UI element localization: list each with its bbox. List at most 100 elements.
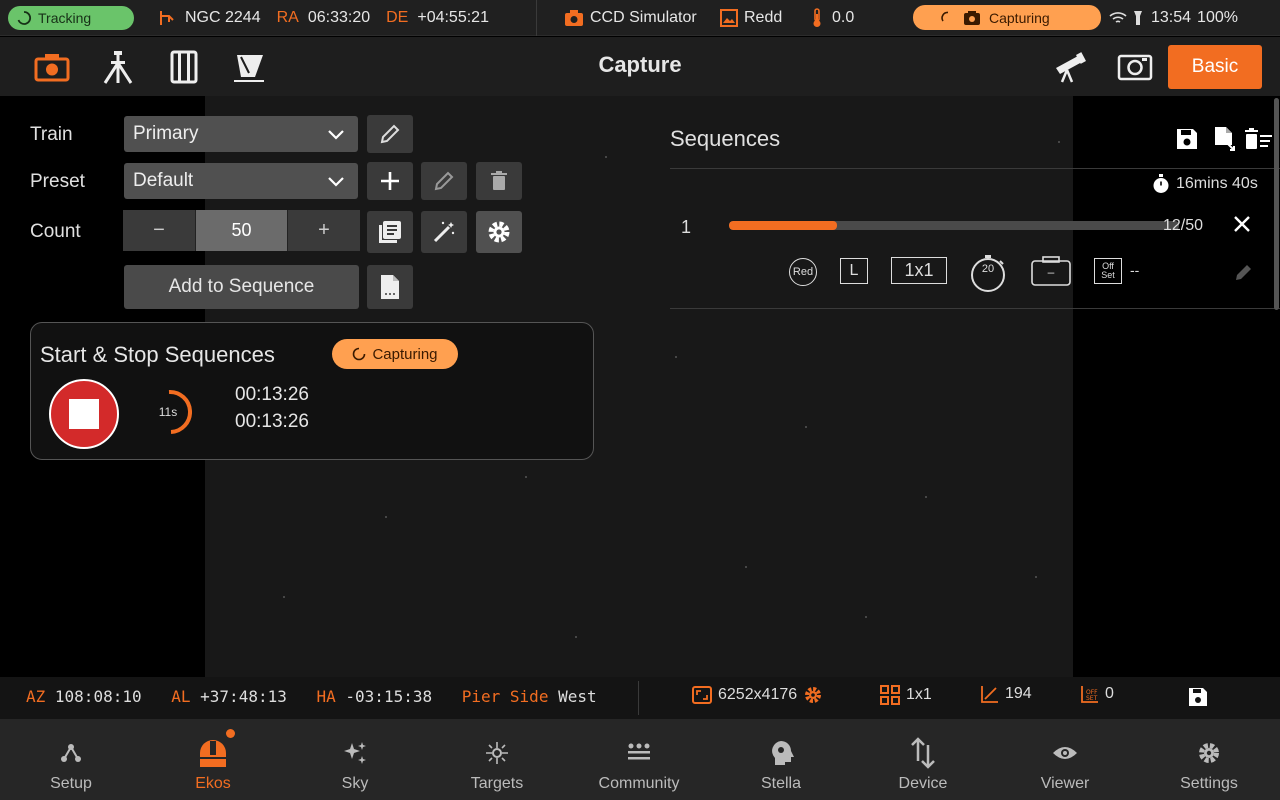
transfer-arrows-icon (911, 737, 935, 769)
status-divider (536, 0, 537, 36)
focuser-icon[interactable] (229, 47, 269, 87)
filter-wheel-icon[interactable] (164, 47, 204, 87)
nav-community[interactable]: Community (568, 719, 710, 800)
job-index: 1 (681, 217, 692, 237)
al-label: AL (171, 687, 191, 706)
capture-status-pill[interactable]: Capturing (913, 5, 1101, 30)
divider (670, 308, 1280, 309)
loading-spinner-icon (353, 347, 366, 361)
basic-mode-button[interactable]: Basic (1168, 45, 1262, 89)
temperature-status[interactable]: 0.0 (811, 0, 854, 36)
chevron-down-icon (328, 177, 344, 187)
resolution-info[interactable]: 6252x4176 (692, 685, 823, 705)
frame-preview-icon[interactable] (1115, 47, 1155, 87)
pencil-icon (434, 171, 454, 191)
load-sequence-file-button[interactable] (367, 265, 413, 309)
trash-icon (491, 171, 507, 190)
offset-label-bottom: Set (1101, 270, 1115, 280)
offset-value: 0 (1105, 685, 1114, 702)
eye-icon (1053, 747, 1077, 759)
save-sequence-icon[interactable] (1175, 127, 1199, 156)
job-progress-count: 12/50 (1163, 217, 1204, 234)
camera-name: CCD Simulator (590, 9, 697, 26)
target-info[interactable]: NGC 2244 RA 06:33:20 DE +04:55:21 (157, 0, 489, 36)
tracking-status-pill[interactable]: Tracking (8, 6, 134, 30)
community-icon (628, 743, 650, 760)
gear-icon[interactable] (803, 685, 823, 705)
nav-device[interactable]: Device (852, 719, 994, 800)
stopwatch-icon (1153, 174, 1169, 193)
job-gain-value: – (1047, 265, 1055, 279)
al-value: +37:48:13 (200, 687, 287, 706)
nav-sky[interactable]: Sky (284, 719, 426, 800)
save-frame-icon[interactable] (1188, 687, 1208, 712)
system-tray: 13:54 100% (1109, 0, 1238, 36)
pencil-icon (380, 124, 400, 144)
delete-preset-button[interactable] (476, 162, 522, 200)
image-album-icon (720, 9, 738, 27)
count-stepper[interactable]: − 50 + (123, 210, 360, 251)
capture-toolbar: Capture Basic (0, 37, 1280, 96)
binning-info[interactable]: 1x1 (880, 685, 932, 705)
nav-label: Device (898, 775, 948, 792)
job-offset-value: -- (1130, 262, 1140, 278)
clear-sequence-icon[interactable] (1245, 128, 1273, 155)
ha-label: HA (316, 687, 336, 706)
nav-settings[interactable]: Settings (1138, 719, 1280, 800)
capture-camera-icon[interactable] (32, 47, 72, 87)
notification-dot (226, 729, 235, 738)
camera-status[interactable]: CCD Simulator (564, 0, 697, 36)
add-preset-button[interactable] (367, 162, 413, 200)
duration-value: 16mins 40s (1176, 175, 1258, 192)
remaining-time: 00:13:26 (235, 411, 309, 432)
sequence-queue-button[interactable] (367, 211, 413, 253)
tracking-label: Tracking (38, 10, 92, 26)
close-icon (1234, 216, 1250, 232)
job-exposure-badge: 20 (969, 254, 1007, 292)
nav-targets[interactable]: Targets (426, 719, 568, 800)
thermometer-icon (813, 8, 821, 27)
edit-train-button[interactable] (367, 115, 413, 153)
nav-setup[interactable]: Setup (0, 719, 142, 800)
edit-job-button[interactable] (1233, 261, 1255, 288)
nav-stella[interactable]: Stella (710, 719, 852, 800)
capture-status-label: Capturing (372, 345, 438, 363)
scrollbar[interactable] (1274, 98, 1279, 310)
nav-label: Targets (470, 775, 524, 792)
add-to-sequence-button[interactable]: Add to Sequence (124, 265, 359, 309)
loading-spinner-icon (941, 11, 949, 21)
telescope-icon[interactable] (1049, 47, 1089, 87)
capture-status-badge: Capturing (332, 339, 458, 369)
job-filter-badge: Red (789, 258, 817, 286)
start-stop-card: Start & Stop Sequences Capturing 11s 00:… (30, 322, 594, 460)
export-sequence-icon[interactable] (1212, 126, 1238, 157)
gain-info[interactable]: 194 (981, 685, 1032, 703)
preset-select[interactable]: Default (124, 163, 358, 199)
stop-icon (69, 399, 99, 429)
page-title: Capture (598, 52, 682, 77)
count-decrement-button[interactable]: − (123, 210, 195, 251)
offset-info[interactable]: OFF SET 0 (1081, 685, 1114, 703)
edit-preset-button[interactable] (421, 162, 467, 200)
count-increment-button[interactable]: + (288, 210, 360, 251)
auto-settings-button[interactable] (421, 211, 467, 253)
wifi-icon (1109, 12, 1127, 23)
job-progress-fill (729, 221, 837, 230)
mount-tripod-icon[interactable] (98, 47, 138, 87)
train-select[interactable]: Primary (124, 116, 358, 152)
camera-icon (964, 10, 980, 25)
nav-viewer[interactable]: Viewer (994, 719, 1136, 800)
gain-value: 194 (1005, 685, 1032, 702)
stop-sequence-button[interactable] (49, 379, 119, 449)
remove-job-button[interactable] (1233, 213, 1251, 239)
nav-label: Ekos (195, 775, 231, 792)
count-value[interactable]: 50 (195, 210, 288, 251)
train-value: Primary (133, 123, 199, 144)
pier-side-value: West (558, 687, 597, 706)
job-frame-type-badge: L (840, 258, 868, 284)
capture-settings-button[interactable] (476, 211, 522, 253)
temperature-value: 0.0 (832, 9, 855, 26)
album-status[interactable]: Redd (719, 0, 782, 36)
nav-ekos[interactable]: Ekos (142, 719, 284, 800)
loading-spinner-icon (17, 11, 32, 25)
